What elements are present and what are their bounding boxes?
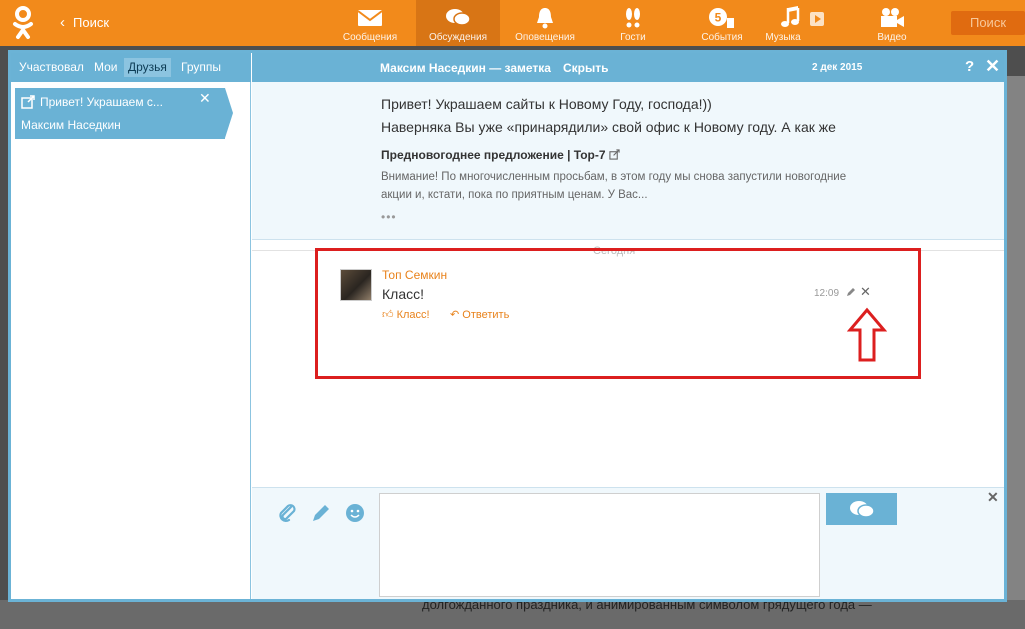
close-icon[interactable]: ✕ xyxy=(985,56,1000,77)
tab-friends[interactable]: Друзья xyxy=(124,58,171,77)
external-link-icon xyxy=(608,149,620,160)
nav-music[interactable]: Музыка xyxy=(752,0,836,46)
annotation-highlight-box xyxy=(315,248,921,379)
nav-label: Сообщения xyxy=(342,32,398,43)
events-icon: 5 xyxy=(709,8,734,28)
back-to-search-link[interactable]: ‹ Поиск xyxy=(60,14,109,31)
envelope-icon xyxy=(357,10,383,26)
nav-label: Видео xyxy=(877,32,907,43)
discussions-modal: Участвовал Мои Друзья Группы Максим Насе… xyxy=(8,50,1007,602)
nav-discussions[interactable]: Обсуждения xyxy=(416,0,500,46)
close-icon[interactable]: ✕ xyxy=(987,489,999,506)
message-composer: ✕ xyxy=(252,487,1004,599)
external-link-icon xyxy=(21,95,35,109)
chat-bubbles-icon xyxy=(850,501,875,518)
chat-bubbles-icon xyxy=(446,9,471,26)
pencil-icon[interactable] xyxy=(310,502,332,524)
smiley-icon[interactable] xyxy=(344,502,366,524)
conversation-title: Привет! Украшаем с... xyxy=(40,95,163,109)
conversation-list: Привет! Украшаем с... Максим Наседкин ✕ xyxy=(11,82,251,599)
annotation-arrow-up-icon xyxy=(847,307,887,362)
conversation-author: Максим Наседкин xyxy=(21,118,121,132)
thread-header: Максим Наседкин — заметка Скрыть 2 дек 2… xyxy=(252,53,1004,82)
nav-video[interactable]: Видео xyxy=(850,0,934,46)
search-button[interactable]: Поиск xyxy=(951,11,1025,35)
tab-participated[interactable]: Участвовал xyxy=(15,58,88,77)
nav-label: Оповещения xyxy=(515,32,575,43)
link-title[interactable]: Предновогоднее предложение | Top-7 xyxy=(381,148,620,162)
help-icon[interactable]: ? xyxy=(965,58,974,75)
bell-icon xyxy=(537,8,553,29)
hide-button[interactable]: Скрыть xyxy=(563,61,609,75)
nav-guests[interactable]: Гости xyxy=(591,0,675,46)
nav-messages[interactable]: Сообщения xyxy=(328,0,412,46)
chevron-left-icon: ‹ xyxy=(60,14,65,31)
send-button[interactable] xyxy=(826,493,897,525)
thread-title[interactable]: Максим Наседкин — заметка xyxy=(380,61,551,75)
thread-panel: Привет! Украшаем сайты к Новому Году, го… xyxy=(252,82,1004,599)
video-camera-icon xyxy=(881,8,904,27)
tab-groups[interactable]: Группы xyxy=(177,58,225,77)
close-icon[interactable]: ✕ xyxy=(199,90,211,107)
backdrop-panel xyxy=(1005,76,1025,629)
nav-notifications[interactable]: Оповещения xyxy=(503,0,587,46)
footprints-icon xyxy=(626,8,640,28)
tab-mine[interactable]: Мои xyxy=(90,58,122,77)
top-navigation-bar: ‹ Поиск Сообщения Обсуждения Оповещения Г… xyxy=(0,0,1025,46)
link-description: акции и, кстати, пока по приятным ценам.… xyxy=(381,189,648,201)
note-text-line: Привет! Украшаем сайты к Новому Году, го… xyxy=(381,96,712,112)
paperclip-icon[interactable] xyxy=(276,502,298,524)
back-label: Поиск xyxy=(73,15,110,30)
thread-date: 2 дек 2015 xyxy=(812,62,863,73)
link-title-text: Предновогоднее предложение | Top-7 xyxy=(381,148,606,162)
odnoklassniki-logo-icon[interactable] xyxy=(10,6,36,40)
note-text-line: Наверняка Вы уже «принарядили» свой офис… xyxy=(381,119,836,135)
conversation-item[interactable]: Привет! Украшаем с... Максим Наседкин ✕ xyxy=(15,88,233,139)
nav-label: Музыка xyxy=(765,32,801,43)
link-description: Внимание! По многочисленным просьбам, в … xyxy=(381,171,847,183)
music-note-icon xyxy=(781,6,824,27)
discussions-filter-tabs: Участвовал Мои Друзья Группы xyxy=(11,53,251,82)
svg-text:5: 5 xyxy=(715,11,722,25)
nav-label: Гости xyxy=(620,32,646,43)
nav-label: Обсуждения xyxy=(428,32,488,43)
note-preview: Привет! Украшаем сайты к Новому Году, го… xyxy=(252,82,1004,240)
message-input[interactable] xyxy=(379,493,820,597)
more-button[interactable]: ••• xyxy=(381,210,397,224)
